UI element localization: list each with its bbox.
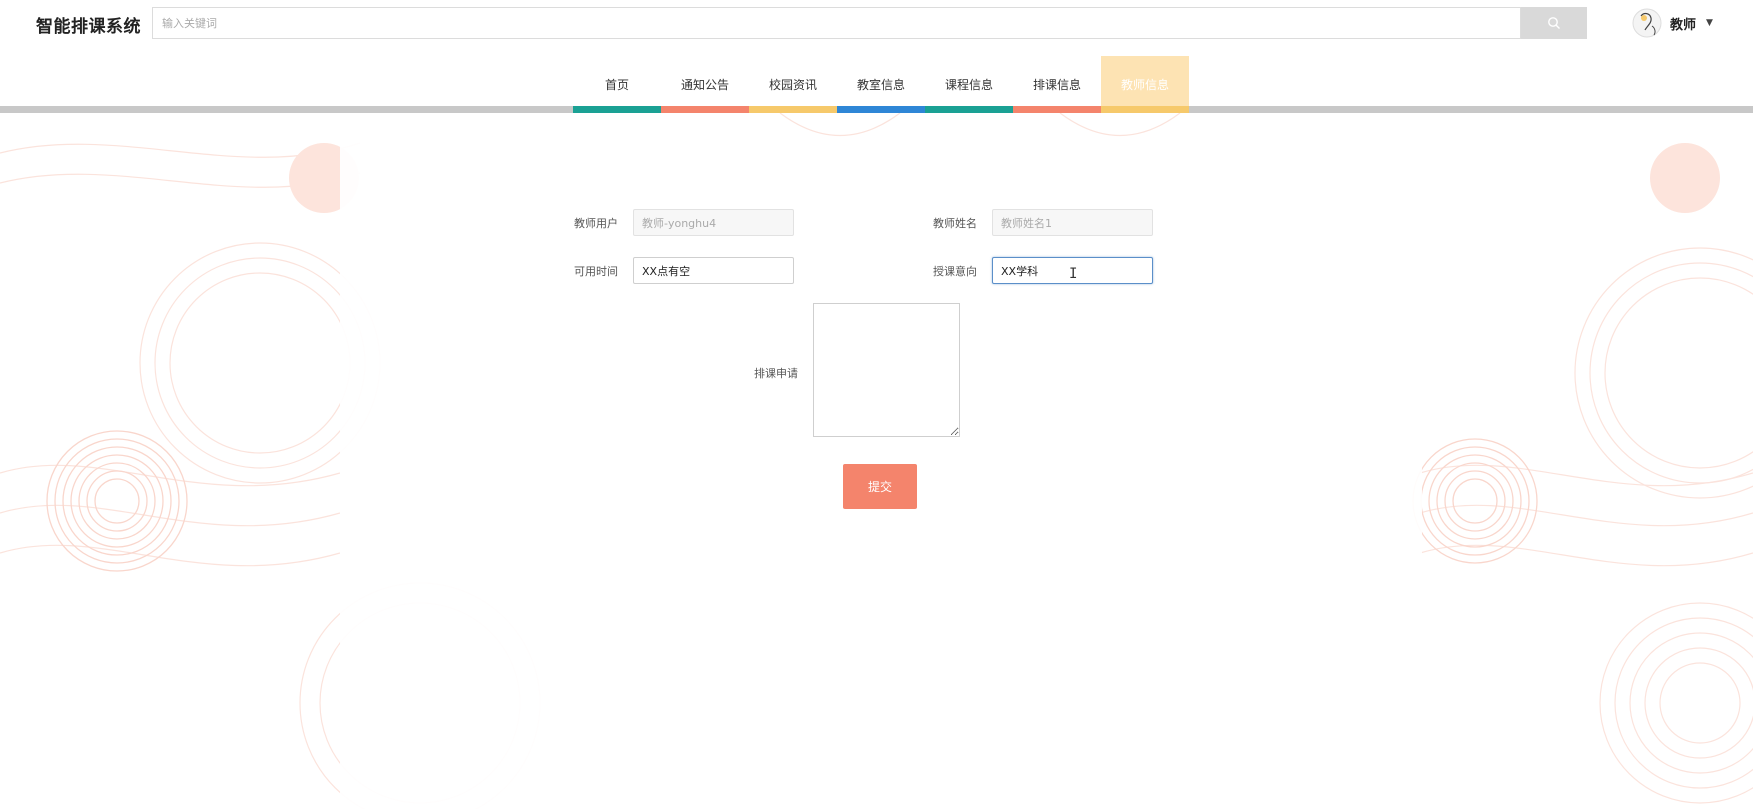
nav-color-stripe [837, 106, 925, 113]
teaching-intent-label: 授课意向 [933, 265, 977, 278]
nav-item-label: 教师信息 [1120, 78, 1169, 92]
nav-item-label: 首页 [604, 78, 629, 92]
search-button[interactable] [1521, 7, 1587, 39]
teacher-user-label: 教师用户 [574, 217, 618, 230]
schedule-request-label: 排课申请 [754, 367, 798, 380]
nav-item-courses[interactable]: 课程信息 [925, 56, 1013, 113]
text-cursor-icon: I [1069, 266, 1078, 282]
search-input[interactable] [152, 7, 1521, 39]
nav-color-stripe [573, 106, 661, 113]
nav-item-label: 校园资讯 [768, 78, 817, 92]
nav-color-stripe [1101, 106, 1189, 113]
nav-item-home[interactable]: 首页 [573, 56, 661, 113]
nav-item-classrooms[interactable]: 教室信息 [837, 56, 925, 113]
user-menu[interactable]: 教师 ▼ [1632, 6, 1713, 40]
submit-button[interactable]: 提交 [843, 464, 917, 509]
available-time-label: 可用时间 [574, 265, 618, 278]
nav-item-notices[interactable]: 通知公告 [661, 56, 749, 113]
nav-item-campus-news[interactable]: 校园资讯 [749, 56, 837, 113]
app-brand: 智能排课系统 [36, 17, 141, 37]
schedule-request-textarea[interactable] [813, 303, 960, 437]
nav-item-label: 课程信息 [944, 78, 993, 92]
avatar [1632, 8, 1662, 38]
teacher-name-field[interactable] [992, 209, 1153, 236]
search-icon [1548, 17, 1560, 29]
nav-color-stripe [749, 106, 837, 113]
teacher-user-field[interactable] [633, 209, 794, 236]
nav-item-teachers[interactable]: 教师信息 [1101, 56, 1189, 113]
chevron-down-icon: ▼ [1706, 18, 1713, 28]
user-name: 教师 [1670, 17, 1697, 33]
nav-item-label: 通知公告 [680, 78, 729, 92]
nav-color-stripe [1013, 106, 1101, 113]
main-nav: 首页 通知公告 校园资讯 教室信息 课程信息 排课信息 教师信息 [573, 56, 1189, 113]
nav-item-schedules[interactable]: 排课信息 [1013, 56, 1101, 113]
nav-item-label: 教室信息 [856, 78, 905, 92]
teacher-name-label: 教师姓名 [933, 217, 977, 230]
available-time-field[interactable] [633, 257, 794, 284]
nav-item-label: 排课信息 [1032, 78, 1081, 92]
nav-color-stripe [661, 106, 749, 113]
top-header: 智能排课系统 教师 ▼ [0, 0, 1753, 46]
avatar-icon [1632, 8, 1662, 38]
nav-color-stripe [925, 106, 1013, 113]
